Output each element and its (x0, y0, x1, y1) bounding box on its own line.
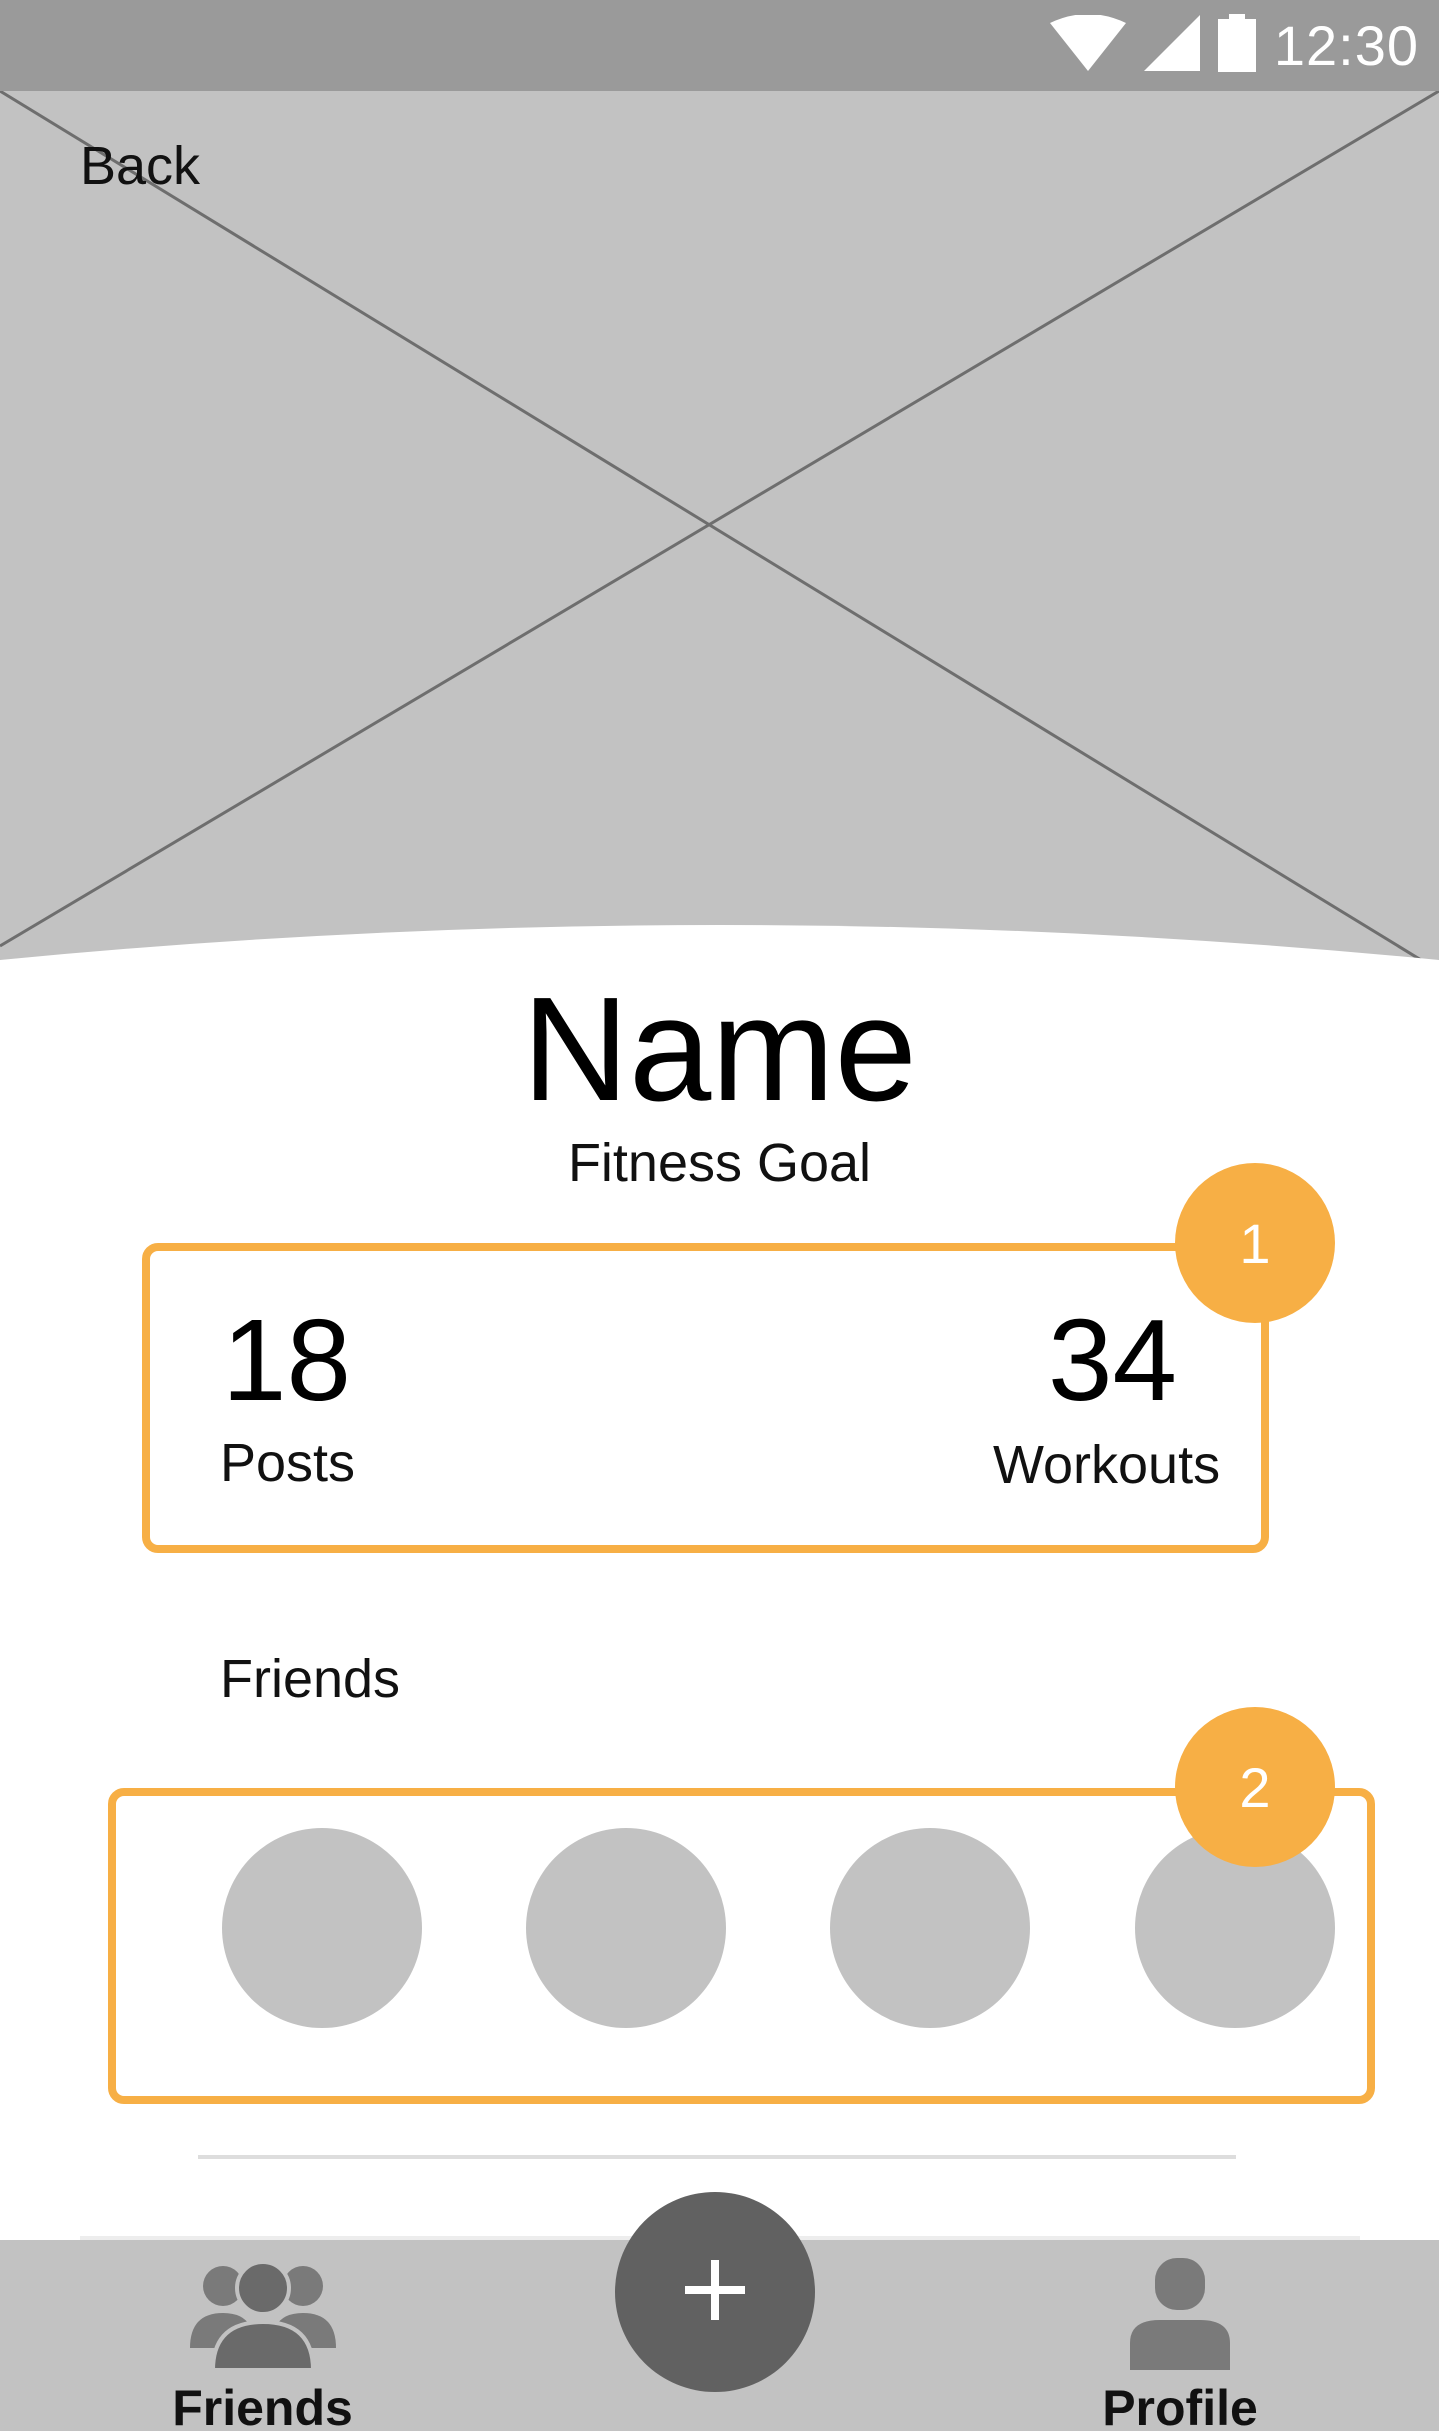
profile-name: Name (522, 967, 917, 1132)
back-button[interactable]: Back (80, 135, 200, 197)
nav-friends-label: Friends (172, 2380, 353, 2431)
friends-heading: Friends (220, 1649, 401, 1709)
status-time: 12:30 (1273, 14, 1419, 77)
image-placeholder-cross (0, 91, 1439, 971)
posts-label: Posts (220, 1433, 356, 1493)
status-bar: 12:30 (0, 0, 1439, 91)
profile-person-icon (1125, 2258, 1235, 2375)
wifi-icon (1049, 14, 1126, 76)
friend-avatar[interactable] (830, 1828, 1030, 2028)
cell-signal-icon (1143, 15, 1200, 76)
profile-screen: 12:30 Back Name Fitness Goal 18 Posts 34… (0, 0, 1439, 2431)
status-icons: 12:30 (1049, 0, 1419, 91)
nav-profile[interactable]: Profile (1102, 2258, 1258, 2431)
divider (198, 2155, 1236, 2159)
nav-profile-label: Profile (1102, 2380, 1258, 2431)
nav-friends[interactable]: Friends (172, 2258, 353, 2431)
annotation-badge-2: 2 (1175, 1707, 1335, 1867)
posts-count: 18 (222, 1295, 352, 1425)
add-button[interactable] (615, 2192, 815, 2392)
workouts-label: Workouts (993, 1435, 1221, 1495)
battery-icon (1217, 14, 1256, 77)
friend-avatar[interactable] (526, 1828, 726, 2028)
friends-group-icon (188, 2258, 338, 2375)
annotation-badge-1: 1 (1175, 1163, 1335, 1323)
friend-avatar[interactable] (222, 1828, 422, 2028)
workouts-count: 34 (1048, 1295, 1178, 1425)
cover-image-placeholder (0, 91, 1439, 971)
plus-icon (685, 2259, 745, 2325)
